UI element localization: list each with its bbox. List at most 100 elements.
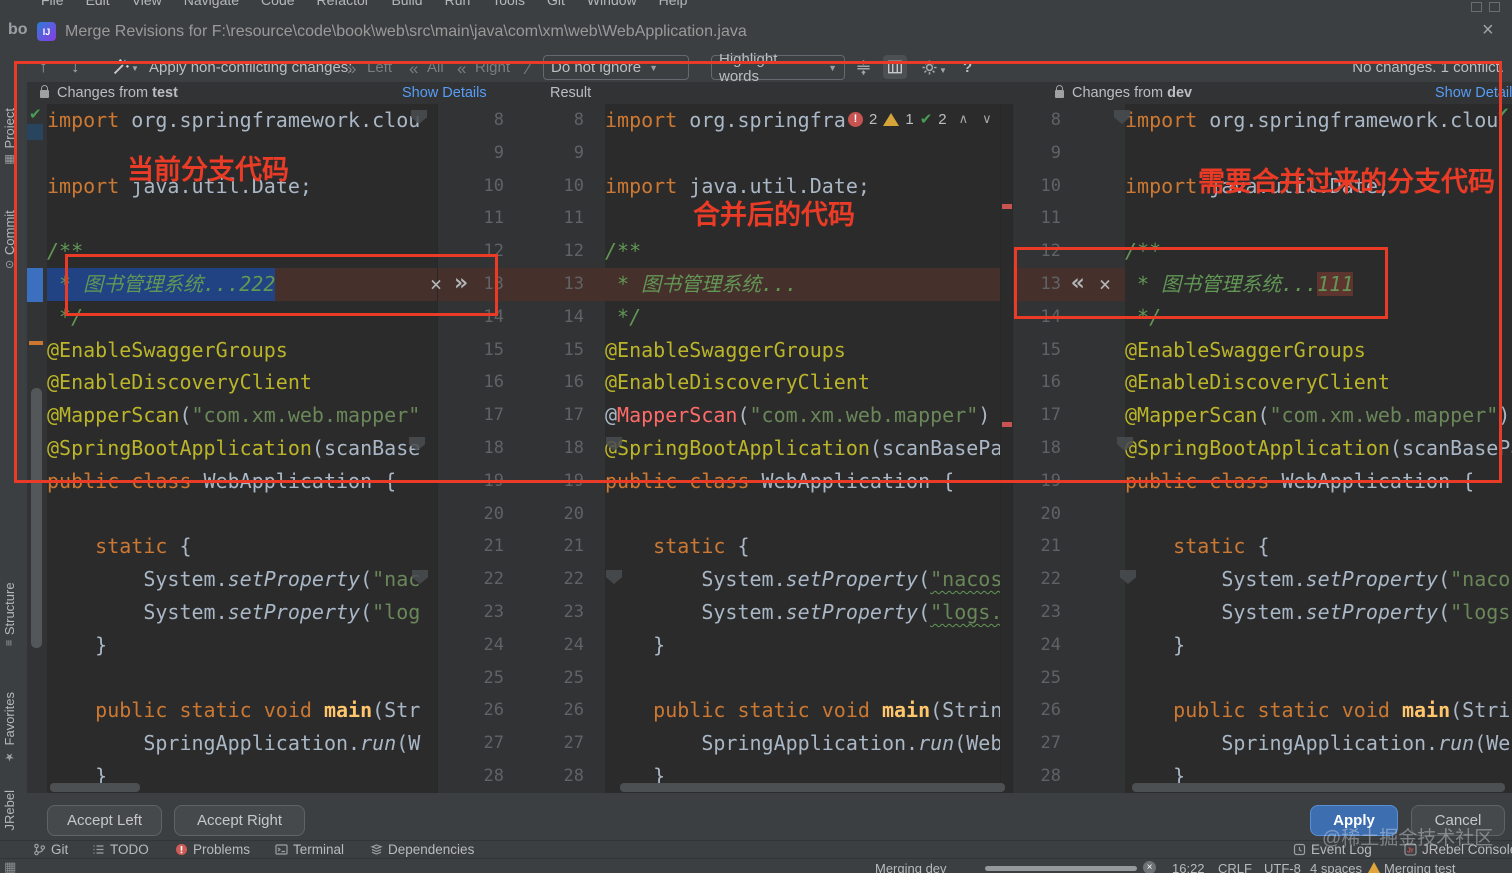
gutter-row: 12 [1013, 235, 1126, 268]
warning-icon [1368, 862, 1380, 873]
conflict-stripe-mark[interactable] [1002, 422, 1012, 427]
gutter-row: 9 [1013, 137, 1126, 170]
next-change-button[interactable]: ↓ [71, 57, 80, 77]
gutter-row: 21 [1013, 530, 1126, 563]
apply-right-label[interactable]: Right [475, 59, 510, 76]
menu-file[interactable]: File [30, 0, 75, 8]
tool-window-button-git[interactable]: Git [33, 842, 68, 857]
next-issue-chevron[interactable]: ∨ [982, 111, 992, 127]
line-separator-widget[interactable]: CRLF [1218, 861, 1252, 873]
left-show-details-link[interactable]: Show Details [402, 85, 487, 101]
dialog-close-icon[interactable]: × [1482, 19, 1494, 42]
tool-window-button-dependencies[interactable]: Dependencies [370, 842, 474, 857]
conflict-stripe-mark[interactable] [1002, 204, 1012, 209]
apply-button[interactable]: Apply [1310, 805, 1398, 836]
inspections-widget[interactable]: ! 2 1 ✔ 2 ∧ ∨ [848, 110, 992, 128]
collapse-unchanged-icon[interactable] [851, 55, 875, 79]
apply-right-glyph[interactable]: « [457, 59, 466, 79]
menu-navigate[interactable]: Navigate [173, 0, 250, 8]
window-restore-icon[interactable] [1471, 2, 1482, 12]
prev-change-button[interactable]: ↑ [39, 57, 48, 77]
code-line: } [47, 632, 108, 657]
line-number: 26 [563, 700, 584, 721]
magic-resolve-icon[interactable] [109, 55, 133, 79]
tool-window-button-structure[interactable]: ≡ Structure [2, 582, 17, 646]
resolve-dropdown-arrow[interactable]: ▼ [131, 64, 139, 73]
gutter-row: 18 18 [438, 432, 606, 465]
line-number: 14 [483, 306, 504, 327]
cancel-task-icon[interactable]: × [1143, 861, 1156, 873]
menu-tools[interactable]: Tools [481, 0, 536, 8]
line-number: 8 [573, 110, 584, 130]
gear-dropdown-arrow[interactable]: ▼ [939, 66, 947, 75]
line-number: 16 [1040, 372, 1061, 393]
prev-issue-chevron[interactable]: ∧ [959, 111, 969, 127]
gutter-row: 13 « × [1013, 267, 1126, 301]
dialog-title: Merge Revisions for F:\resource\code\boo… [65, 23, 747, 40]
tool-window-button-commit[interactable]: ⊙ Commit [2, 210, 17, 269]
code-line: public class WebApplication { [1125, 468, 1475, 493]
gutter-row: 10 10 [438, 170, 606, 203]
hscrollbar-thumb[interactable] [50, 783, 140, 792]
menu-git[interactable]: Git [536, 0, 576, 8]
right-show-details-link[interactable]: Show Details [1435, 85, 1512, 101]
menu-code[interactable]: Code [250, 0, 305, 8]
gutter-row: 26 26 [438, 694, 606, 727]
left-scrollbar-thumb[interactable] [31, 388, 42, 648]
gutter-row: 23 23 [438, 596, 606, 629]
left-editor-pane[interactable]: import org.springframework.clou import ja… [47, 104, 437, 793]
encoding-widget[interactable]: UTF-8 [1264, 861, 1301, 873]
menu-run[interactable]: Run [434, 0, 482, 8]
result-editor-pane[interactable]: import org.springfra import java.util.Dat… [605, 104, 1000, 793]
dependencies-icon [370, 843, 383, 856]
menu-help[interactable]: Help [648, 0, 699, 8]
menu-edit[interactable]: Edit [75, 0, 121, 8]
background-project-label: bo [8, 21, 28, 38]
ignore-change-button[interactable]: × [1099, 268, 1111, 301]
menu-build[interactable]: Build [380, 0, 433, 8]
code-line: */ [47, 304, 84, 329]
apply-left-label[interactable]: Left [367, 59, 392, 76]
menu-refactor[interactable]: Refactor [306, 0, 381, 8]
tool-window-button-project[interactable]: ▦ Project [2, 108, 17, 166]
tool-window-button-favorites[interactable]: ★ Favorites [2, 692, 17, 763]
apply-all-glyph[interactable]: « [409, 59, 418, 79]
gutter-row: 24 24 [438, 629, 606, 662]
menu-window[interactable]: Window [576, 0, 648, 8]
apply-all-label[interactable]: All [427, 59, 444, 76]
accept-right-button[interactable]: Accept Right [174, 805, 305, 836]
layout-grid-icon[interactable]: ▦ [4, 859, 16, 873]
tool-window-button-todo[interactable]: TODO [92, 842, 149, 857]
selection-marker[interactable] [27, 268, 43, 302]
tool-window-button-problems[interactable]: Problems [175, 842, 250, 857]
gutter-row: 11 11 [438, 202, 606, 235]
line-number: 10 [483, 175, 504, 196]
apply-nonconflicting-label: Apply non-conflicting changes: [149, 59, 353, 76]
hscrollbar-thumb[interactable] [620, 783, 1005, 792]
code-line: @EnableDiscoveryClient [1125, 370, 1390, 395]
tool-window-button-terminal[interactable]: Terminal [275, 842, 344, 857]
menu-view[interactable]: View [121, 0, 173, 8]
right-editor-pane[interactable]: import org.springframework.clou import ja… [1125, 104, 1512, 793]
help-icon[interactable]: ? [963, 59, 972, 76]
line-number: 22 [483, 569, 504, 590]
tool-window-button-jrebel[interactable]: JRebel [2, 790, 17, 830]
side-by-side-viewer-icon[interactable] [883, 55, 907, 79]
ignore-policy-select[interactable]: Do not ignore ▼ [543, 55, 689, 80]
line-number: 21 [563, 536, 584, 557]
git-branch-icon [33, 843, 46, 856]
code-line: System.setProperty("nacos [1125, 567, 1512, 592]
hscrollbar-thumb[interactable] [1132, 783, 1505, 792]
window-close-icon[interactable] [1489, 2, 1500, 12]
indent-widget[interactable]: 4 spaces [1310, 861, 1362, 873]
apply-change-button[interactable]: « [1071, 267, 1085, 300]
settings-gear-icon[interactable] [917, 55, 941, 79]
accept-left-button[interactable]: Accept Left [47, 805, 162, 836]
highlight-mode-select[interactable]: Highlight words ▼ [711, 51, 845, 85]
tool-window-button-jrebel-console[interactable]: Jr JRebel Console [1404, 842, 1512, 857]
tool-window-button-event-log[interactable]: Event Log [1293, 842, 1372, 857]
cancel-button[interactable]: Cancel [1411, 805, 1505, 836]
apply-left-glyph[interactable]: » [347, 59, 356, 79]
